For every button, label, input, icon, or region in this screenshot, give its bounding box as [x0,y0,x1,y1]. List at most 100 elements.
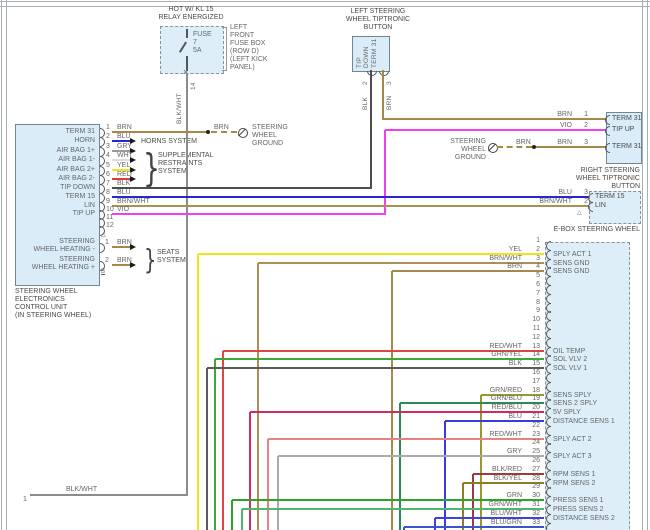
left-button-wire-1-label: BLK [362,90,369,110]
pin-number: 6 [106,171,110,179]
seats-label: SEATS SYSTEM [157,249,186,265]
wire-grn-vertical [231,500,233,530]
connector-pin-name: SPLY ACT 2 [553,436,592,444]
fuse-note-bracket-tick [222,70,226,71]
left-unit-pin-label: LIN [18,202,95,210]
left-unit-pin-label: HORN [18,137,95,145]
arrow-icon [130,262,136,268]
connector-pin-name: 5V SPLY [553,409,581,417]
wire-h [112,159,130,161]
pin-number: 12 [524,334,540,342]
pin-number: 11 [524,325,540,333]
pin-number: 6 [524,281,540,289]
steering-wheel-ground-left: STEERING WHEEL GROUND [252,124,288,148]
fuse-box [160,26,224,74]
pin-number: 3 [576,139,588,147]
fuse-location-note: LEFT FRONT FUSE BOX (ROW D) (LEFT KICK P… [230,24,268,72]
wire-vio-tipup [385,129,606,131]
left-button-wire-2-label: BRN [386,90,393,110]
wire-gry [278,455,544,457]
wire-yel-vertical [197,254,199,530]
pin-bracket [546,523,551,530]
wire-gry-vertical [277,456,279,530]
pin-number: 2 [106,133,110,141]
wire-blk-tipdown [112,187,371,189]
wire-brn-wht-vertical [257,263,259,530]
left-button-terminal-1: TIP DOWN [356,38,370,68]
pin-number: 11 [106,214,113,222]
wire-h [112,140,130,142]
connector-pin-name: DISTANCE SENS 1 [553,418,615,426]
left-button-terminal-2: TERM 31 [371,38,378,68]
wire-brn-term31-top [383,118,606,120]
pin-bracket [100,137,105,147]
left-unit-pin-label: TERM 31 [18,128,95,136]
pin-number: 2 [105,257,109,265]
fuse-note-bracket [226,27,227,71]
left-unit-pin-label: TIP DOWN [18,184,95,192]
wire-color-label: BRN [117,124,132,132]
left-unit-pin-label: TIP UP [18,210,95,218]
pin-number: 7 [524,290,540,298]
right-button-terminal: TIP UP [612,126,634,134]
left-unit-pin-label: AIR BAG 2+ [18,166,95,174]
frame-right-inner [642,0,643,530]
wire-h [112,246,130,248]
wire-grn-blu-vertical [399,403,401,530]
connector-pin-name: SPLY ACT 3 [553,453,592,461]
pin-number: 3 [106,143,110,151]
wire-blkwht-bottom [30,494,188,496]
left-unit-caption: STEERING WHEEL ELECTRONICS CONTROL UNIT … [15,288,91,320]
ebox-terminal: LIN [595,202,606,210]
pin-number: 24 [524,439,540,447]
fuse-pin: 14 [190,76,197,90]
connector-pin-name: DISTANCE SENS 2 [553,515,615,523]
pin-number: 8 [106,189,110,197]
wiring-diagram: HOT W/ KL 15 RELAY ENERGIZED FUSE 7 5A L… [0,0,650,530]
pin-number: 2 [576,122,588,130]
left-unit-pin-label: STEERING WHEEL HEATING + [18,256,95,272]
pin-number: 26 [524,457,540,465]
pin-number: 4 [106,152,110,160]
wire-brn-left-button [382,70,384,120]
left-button-pin-1: 2 [362,77,369,85]
connector-pin-name: SENS GND [553,260,590,268]
seats-brace: } [144,243,156,276]
wire-red-wht-vertical [222,351,224,530]
wire-grn-wht-vertical [241,509,243,530]
pin-bracket [100,156,105,166]
left-button-pin-bracket [367,71,377,76]
right-button-title: RIGHT STEERING WHEEL TIPTRONIC BUTTON [540,167,640,191]
frame-top-outer [0,1,650,2]
pin-number: 3 [576,189,588,197]
wire-blu-grn-vertical [403,527,405,530]
wire-blu-grn [404,526,544,528]
steering-wheel-ground-right: STEERING WHEEL GROUND [428,138,486,162]
wire-blkwht-vertical [186,73,188,495]
pin-number: 7 [106,180,110,188]
wire-h [112,264,130,266]
wire-color-label: BLU [498,189,572,197]
left-unit-pin-label: STEERING WHEEL HEATING - [18,238,95,254]
wire-color-label: BRN/WHT [117,198,150,206]
left-unit-pin-label: AIR BAG 1+ [18,147,95,155]
horns-system-label: HORNS SYSTEM [141,138,197,146]
wire-blk [207,367,544,369]
wire-red-blu-vertical [249,412,251,530]
pin-number: 1 [576,111,588,119]
left-button-title: LEFT STEERING WHEEL TIPTRONIC BUTTON [322,8,434,32]
pin-bracket [605,143,610,153]
wire-color-label: BRN [498,139,572,147]
right-button-terminal: TERM 31 [612,143,642,151]
connector-pin-name: RPM SENS 1 [553,471,595,479]
connector-pin-name: SPLY ACT 1 [553,251,592,259]
pin-bracket [605,115,610,125]
pin-number: 5 [106,162,110,170]
pin-number: 29 [524,483,540,491]
wire-red-wht-vertical [267,439,269,530]
ebox-marker: △ [577,210,582,217]
wire-color-label: BLK [117,180,130,188]
pin-number: 8 [524,299,540,307]
wire-vio-vertical [384,130,386,215]
pin-bracket [605,126,610,136]
